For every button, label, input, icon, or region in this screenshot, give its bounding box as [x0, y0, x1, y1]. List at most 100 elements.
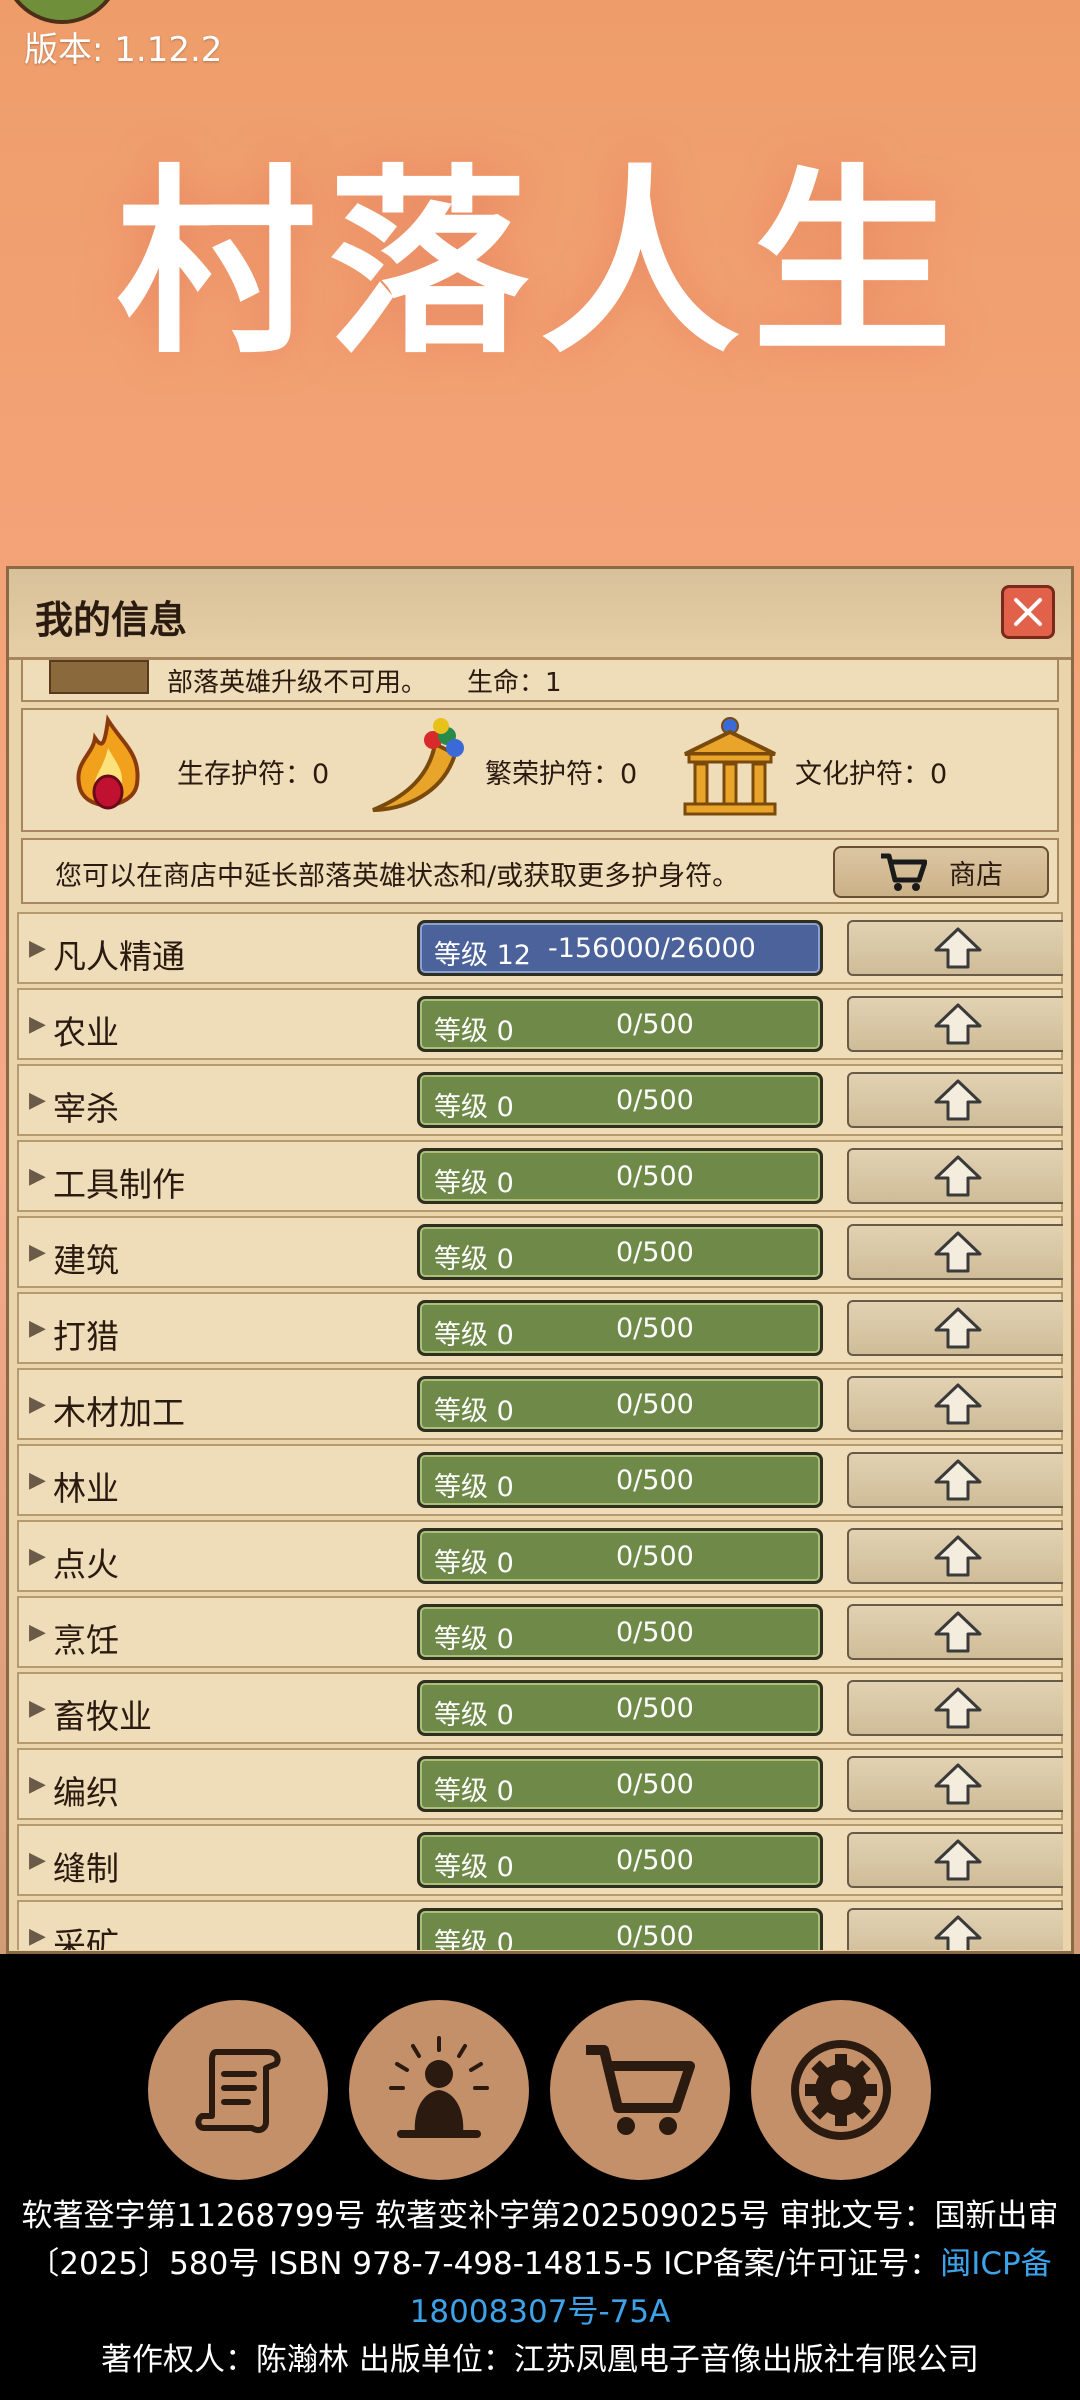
skill-name: 农业: [53, 1013, 119, 1052]
skill-name: 木材加工: [53, 1393, 185, 1432]
skill-progress: 0/500: [616, 1313, 694, 1344]
expand-arrow-icon[interactable]: ▶: [29, 1088, 46, 1113]
skill-progress: 0/500: [616, 1541, 694, 1572]
skill-row[interactable]: ▶ 烹饪 等级 0 0/500: [17, 1596, 1063, 1668]
game-title-logo: 村落人生: [115, 148, 964, 381]
skill-row[interactable]: ▶ 农业 等级 0 0/500: [17, 988, 1063, 1060]
footer-line-3: 18008307号-75A: [0, 2288, 1080, 2336]
cart-icon: [586, 2045, 695, 2135]
skill-level: 等级 0: [434, 1472, 514, 1503]
skill-progress: 0/500: [616, 1693, 694, 1724]
shop-hint-text: 您可以在商店中延长部落英雄状态和/或获取更多护身符。: [55, 861, 740, 892]
upgrade-button[interactable]: [847, 1680, 1063, 1736]
skill-level: 等级 0: [434, 1320, 514, 1351]
expand-arrow-icon[interactable]: ▶: [29, 936, 46, 961]
nav-shop-button[interactable]: [550, 2000, 730, 2180]
meditation-icon: [389, 2036, 489, 2138]
panel-title: 我的信息: [35, 598, 188, 642]
skill-row[interactable]: ▶ 点火 等级 0 0/500: [17, 1520, 1063, 1592]
expand-arrow-icon[interactable]: ▶: [29, 1316, 46, 1341]
upgrade-button[interactable]: [847, 1452, 1063, 1508]
upgrade-button[interactable]: [847, 1300, 1063, 1356]
nav-hero-button[interactable]: [349, 2000, 529, 2180]
up-arrow-icon: [934, 1155, 982, 1197]
up-arrow-icon: [934, 1611, 982, 1653]
skill-name: 畜牧业: [53, 1697, 152, 1736]
expand-arrow-icon[interactable]: ▶: [29, 1012, 46, 1037]
skill-name: 打猎: [53, 1317, 119, 1356]
upgrade-button[interactable]: [847, 1756, 1063, 1812]
skill-name: 编织: [53, 1773, 119, 1812]
temple-icon: [683, 717, 777, 816]
expand-arrow-icon[interactable]: ▶: [29, 1392, 46, 1417]
skill-row[interactable]: ▶ 凡人精通 等级 12 -156000/26000: [17, 912, 1063, 984]
shop-button[interactable]: 商店: [833, 846, 1049, 898]
close-button[interactable]: [1001, 585, 1055, 639]
skill-row[interactable]: ▶ 打猎 等级 0 0/500: [17, 1292, 1063, 1364]
expand-arrow-icon[interactable]: ▶: [29, 1164, 46, 1189]
upgrade-button[interactable]: [847, 1148, 1063, 1204]
expand-arrow-icon[interactable]: ▶: [29, 1696, 46, 1721]
skill-progress-bar: 等级 0 0/500: [417, 1832, 823, 1888]
skill-progress: 0/500: [616, 1389, 694, 1420]
cart-icon: [881, 853, 927, 891]
skill-level: 等级 0: [434, 1852, 514, 1883]
expand-arrow-icon[interactable]: ▶: [29, 1544, 46, 1569]
upgrade-button[interactable]: [847, 1908, 1063, 1950]
upgrade-button[interactable]: [847, 1832, 1063, 1888]
skill-row[interactable]: ▶ 缝制 等级 0 0/500: [17, 1824, 1063, 1896]
skill-level: 等级 0: [434, 1928, 514, 1950]
skill-progress: 0/500: [616, 1237, 694, 1268]
skill-row[interactable]: ▶ 宰杀 等级 0 0/500: [17, 1064, 1063, 1136]
skill-row[interactable]: ▶ 工具制作 等级 0 0/500: [17, 1140, 1063, 1212]
version-label: 版本: 1.12.2: [24, 30, 223, 70]
skill-row[interactable]: ▶ 林业 等级 0 0/500: [17, 1444, 1063, 1516]
upgrade-button[interactable]: [847, 1224, 1063, 1280]
upgrade-button[interactable]: [847, 996, 1063, 1052]
skill-level: 等级 0: [434, 1548, 514, 1579]
skill-progress: -156000/26000: [548, 933, 756, 964]
expand-arrow-icon[interactable]: ▶: [29, 1468, 46, 1493]
skill-name: 凡人精通: [53, 937, 185, 976]
expand-arrow-icon[interactable]: ▶: [29, 1620, 46, 1645]
upgrade-button[interactable]: [847, 1528, 1063, 1584]
legal-footer: 软著登字第11268799号 软著变补字第202509025号 审批文号：国新出…: [0, 2192, 1080, 2384]
icp-link-cont[interactable]: 18008307号-75A: [410, 2294, 671, 2330]
skill-row[interactable]: ▶ 木材加工 等级 0 0/500: [17, 1368, 1063, 1440]
skill-row[interactable]: ▶ 畜牧业 等级 0 0/500: [17, 1672, 1063, 1744]
upgrade-button[interactable]: [847, 1604, 1063, 1660]
survival-talisman-label: 生存护符：0: [177, 759, 330, 790]
skill-level: 等级 0: [434, 1092, 514, 1123]
skill-level: 等级 12: [434, 940, 531, 971]
skill-name: 烹饪: [53, 1621, 119, 1660]
skill-level: 等级 0: [434, 1624, 514, 1655]
footer-line-4: 著作权人：陈瀚林 出版单位：江苏凤凰电子音像出版社有限公司: [101, 2342, 979, 2378]
nav-settings-button[interactable]: [751, 2000, 931, 2180]
skill-progress: 0/500: [616, 1161, 694, 1192]
panel-header: 我的信息: [9, 569, 1071, 660]
expand-arrow-icon[interactable]: ▶: [29, 1924, 46, 1949]
panel-scroll-area[interactable]: 部落英雄升级不可用。 生命：1 生存护符：0 繁荣护符：0 文化护符：0 您可以…: [17, 660, 1063, 1950]
skill-progress-bar: 等级 0 0/500: [417, 1148, 823, 1204]
skill-progress-bar: 等级 0 0/500: [417, 1300, 823, 1356]
expand-arrow-icon[interactable]: ▶: [29, 1240, 46, 1265]
nav-log-button[interactable]: [148, 2000, 328, 2180]
icp-link[interactable]: 闽ICP备: [940, 2246, 1051, 2282]
skill-name: 缝制: [53, 1849, 119, 1888]
prosperity-talisman-label: 繁荣护符：0: [485, 759, 638, 790]
upgrade-button[interactable]: [847, 920, 1063, 976]
skill-row[interactable]: ▶ 采矿 等级 0 0/500: [17, 1900, 1063, 1950]
fire-gem-icon: [76, 714, 140, 810]
skill-progress-bar: 等级 0 0/500: [417, 1908, 823, 1950]
hero-portrait: [49, 660, 149, 694]
scroll-icon: [195, 2049, 281, 2133]
expand-arrow-icon[interactable]: ▶: [29, 1848, 46, 1873]
skill-row[interactable]: ▶ 编织 等级 0 0/500: [17, 1748, 1063, 1820]
skill-row[interactable]: ▶ 建筑 等级 0 0/500: [17, 1216, 1063, 1288]
skill-progress-bar: 等级 0 0/500: [417, 996, 823, 1052]
upgrade-button[interactable]: [847, 1072, 1063, 1128]
skill-name: 宰杀: [53, 1089, 119, 1128]
upgrade-button[interactable]: [847, 1376, 1063, 1432]
expand-arrow-icon[interactable]: ▶: [29, 1772, 46, 1797]
skill-progress-bar: 等级 12 -156000/26000: [417, 920, 823, 976]
